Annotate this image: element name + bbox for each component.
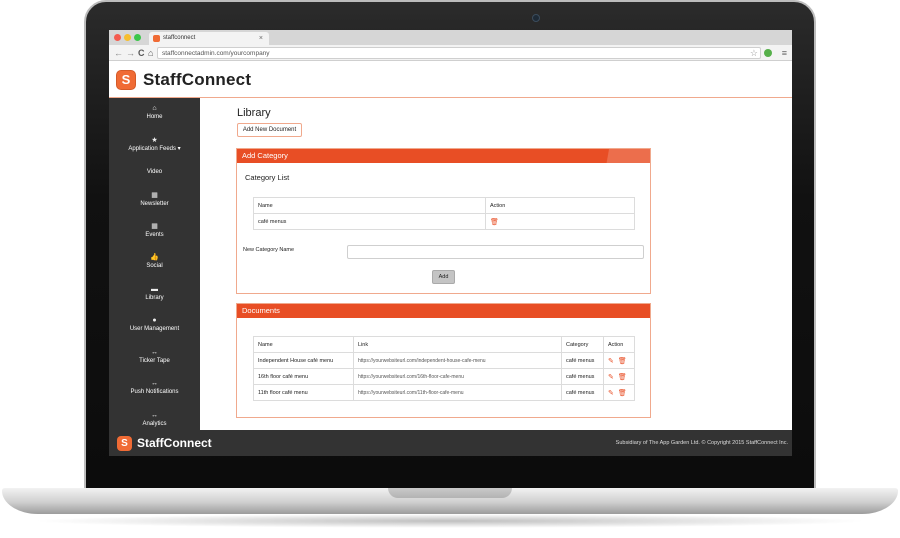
browser-menu-icon[interactable]: ≡ bbox=[782, 47, 787, 59]
arrows-horizontal-icon: ↔ bbox=[151, 412, 158, 419]
calendar-icon: ▦ bbox=[151, 223, 158, 230]
thumbs-up-icon: 👍 bbox=[150, 254, 159, 261]
url-input[interactable]: staffconnectadmin.com/yourcompany bbox=[157, 47, 761, 59]
video-icon bbox=[109, 159, 200, 168]
table-row: Independent House café menu https://your… bbox=[253, 352, 635, 369]
laptop-notch bbox=[388, 488, 512, 498]
table-row: 16th floor café menu https://yourwebsite… bbox=[253, 368, 635, 385]
sidebar-item-home[interactable]: ⌂ Home bbox=[109, 104, 200, 134]
documents-panel: Documents Name Link Category Action Inde… bbox=[236, 303, 651, 418]
star-icon: ★ bbox=[151, 137, 158, 144]
delete-icon[interactable]: 🗑 bbox=[490, 219, 499, 226]
document-name: 16th floor café menu bbox=[253, 368, 354, 385]
new-category-label: New Category Name bbox=[243, 247, 295, 253]
address-bar: ← → C ⌂ staffconnectadmin.com/yourcompan… bbox=[109, 45, 792, 61]
folder-icon: ▬ bbox=[151, 286, 158, 293]
panel-heading: Add Category bbox=[237, 149, 650, 163]
document-link[interactable]: https://yourwebsiteurl.com/independent-h… bbox=[353, 352, 562, 369]
sidebar-item-push-notifications[interactable]: ↔ Push Notifications bbox=[109, 379, 200, 409]
home-icon[interactable]: ⌂ bbox=[148, 47, 153, 59]
column-header: Action bbox=[485, 197, 635, 214]
sidebar-item-ticker-tape[interactable]: ↔ Ticker Tape bbox=[109, 348, 200, 378]
column-header: Name bbox=[253, 197, 486, 214]
document-link[interactable]: https://yourwebsiteurl.com/16th-floor-ca… bbox=[353, 368, 562, 385]
add-category-panel: Add Category Category List Name Action c… bbox=[236, 148, 651, 294]
document-name: 11th floor café menu bbox=[253, 384, 354, 401]
new-category-input[interactable] bbox=[347, 245, 644, 259]
logo-icon: S bbox=[116, 70, 136, 90]
document-link[interactable]: https://yourwebsiteurl.com/11th-floor-ca… bbox=[353, 384, 562, 401]
tab-close-icon[interactable]: × bbox=[259, 32, 263, 45]
browser-tab-bar: staffconnect × bbox=[109, 30, 792, 45]
sidebar-item-events[interactable]: ▦ Events bbox=[109, 222, 200, 252]
add-category-button[interactable]: Add bbox=[432, 270, 455, 284]
document-category: café menus bbox=[561, 384, 604, 401]
minimize-window-icon[interactable] bbox=[124, 34, 131, 41]
newsletter-icon: ▦ bbox=[151, 192, 158, 199]
table-row: café menus 🗑 bbox=[253, 213, 635, 230]
column-header: Link bbox=[353, 336, 562, 353]
sidebar: ⌂ Home ★ Application Feeds ▾ Video ▦ New… bbox=[109, 98, 200, 430]
forward-icon[interactable]: → bbox=[126, 47, 135, 59]
extension-icon[interactable] bbox=[764, 49, 772, 57]
browser-tab[interactable]: staffconnect × bbox=[149, 32, 269, 45]
delete-icon[interactable]: 🗑 bbox=[618, 390, 627, 397]
bookmark-star-icon[interactable]: ☆ bbox=[750, 47, 758, 59]
app-header: S StaffConnect bbox=[109, 61, 792, 98]
arrows-horizontal-icon: ↔ bbox=[151, 380, 158, 387]
main-content: Library Add New Document Add Category Ca… bbox=[200, 98, 792, 430]
sidebar-item-newsletter[interactable]: ▦ Newsletter bbox=[109, 191, 200, 221]
sidebar-item-social[interactable]: 👍 Social bbox=[109, 253, 200, 283]
camera bbox=[532, 14, 540, 22]
user-icon: ● bbox=[152, 317, 157, 324]
edit-icon[interactable]: ✎ bbox=[608, 358, 614, 365]
sidebar-item-user-management[interactable]: ● User Management bbox=[109, 316, 200, 346]
table-header-row: Name Action bbox=[253, 197, 635, 214]
category-list-title: Category List bbox=[245, 173, 290, 182]
close-window-icon[interactable] bbox=[114, 34, 121, 41]
footer-logo-icon: S bbox=[117, 436, 132, 451]
column-header: Category bbox=[561, 336, 604, 353]
edit-icon[interactable]: ✎ bbox=[608, 390, 614, 397]
document-name: Independent House café menu bbox=[253, 352, 354, 369]
maximize-window-icon[interactable] bbox=[134, 34, 141, 41]
brand-name: StaffConnect bbox=[143, 70, 252, 89]
sidebar-item-video[interactable]: Video bbox=[109, 159, 200, 189]
footer-brand-name: StaffConnect bbox=[137, 436, 212, 450]
category-table: Name Action café menus 🗑 bbox=[253, 197, 635, 230]
app-footer: S StaffConnect Subsidiary of The App Gar… bbox=[109, 430, 792, 456]
panel-heading: Documents bbox=[237, 304, 650, 318]
home-icon: ⌂ bbox=[152, 105, 157, 112]
app-body: ⌂ Home ★ Application Feeds ▾ Video ▦ New… bbox=[109, 98, 792, 430]
arrows-horizontal-icon: ↔ bbox=[151, 349, 158, 356]
laptop-shadow bbox=[30, 514, 870, 528]
add-new-document-button[interactable]: Add New Document bbox=[237, 123, 302, 137]
edit-icon[interactable]: ✎ bbox=[608, 374, 614, 381]
screen: staffconnect × ← → C ⌂ staffconnectadmin… bbox=[109, 30, 792, 456]
document-category: café menus bbox=[561, 368, 604, 385]
delete-icon[interactable]: 🗑 bbox=[618, 358, 627, 365]
page-title: Library bbox=[237, 107, 271, 119]
reload-icon[interactable]: C bbox=[138, 47, 145, 59]
favicon-icon bbox=[153, 35, 160, 42]
copyright-text: Subsidiary of The App Garden Ltd. © Copy… bbox=[615, 440, 788, 446]
back-icon[interactable]: ← bbox=[114, 47, 123, 59]
column-header: Action bbox=[603, 336, 635, 353]
column-header: Name bbox=[253, 336, 354, 353]
tab-title: staffconnect bbox=[163, 35, 196, 41]
category-name: café menus bbox=[253, 213, 486, 230]
table-row: 11th floor café menu https://yourwebsite… bbox=[253, 384, 635, 401]
documents-table: Name Link Category Action Independent Ho… bbox=[253, 336, 635, 401]
delete-icon[interactable]: 🗑 bbox=[618, 374, 627, 381]
document-category: café menus bbox=[561, 352, 604, 369]
sidebar-item-library[interactable]: ▬ Library bbox=[109, 285, 200, 315]
table-header-row: Name Link Category Action bbox=[253, 336, 635, 353]
